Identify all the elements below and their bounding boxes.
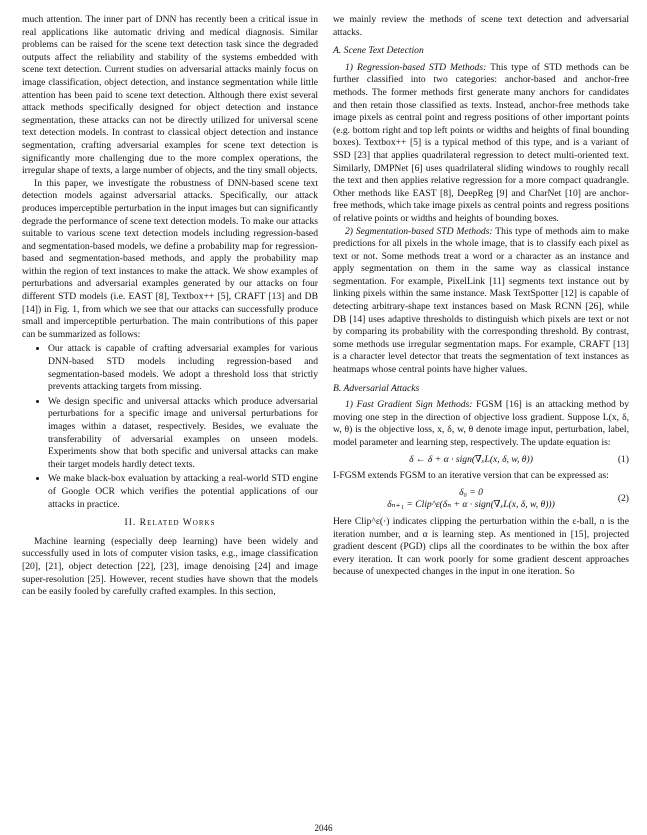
adversarial-attacks-heading: B. Adversarial Attacks <box>333 382 420 394</box>
equation-1-number: (1) <box>617 453 629 465</box>
equation-2-number: (2) <box>617 493 629 505</box>
equation-2-line-2: δₙ₊₁ = Clip^ε(δₙ + α · sign(∇ₓL(x, δ, w,… <box>387 499 555 511</box>
contribution-item-2: We design specific and universal attacks… <box>48 396 318 472</box>
fgsm-title: 1) Fast Gradient Sign Methods: <box>345 399 473 411</box>
equation-1: δ ← δ + α · sign(∇ₓL(x, δ, w, θ)) (1) <box>333 454 629 467</box>
intro-continued-paragraph: much attention. The inner part of DNN ha… <box>22 14 318 177</box>
page-number: 2046 <box>314 823 333 833</box>
regression-paragraph: 1) Regression-based STD Methods: This ty… <box>333 62 629 226</box>
fgsm-paragraph: 1) Fast Gradient Sign Methods: FGSM [16]… <box>333 399 629 449</box>
scene-text-detection-heading: A. Scene Text Detection <box>333 45 424 57</box>
clip-paragraph: Here Clip^ε(·) indicates clipping the pe… <box>333 515 629 578</box>
contributions-list: Our attack is capable of crafting advers… <box>22 343 318 511</box>
segmentation-title: 2) Segmentation-based STD Methods: <box>345 225 493 237</box>
related-works-paragraph: Machine learning (especially deep learni… <box>22 535 318 598</box>
regression-title: 1) Regression-based STD Methods: <box>345 61 487 73</box>
equation-1-body: δ ← δ + α · sign(∇ₓL(x, δ, w, θ)) <box>409 453 533 465</box>
related-works-heading: II. Related Works <box>124 517 216 529</box>
left-column: much attention. The inner part of DNN ha… <box>22 14 318 599</box>
this-paper-paragraph: In this paper, we investigate the robust… <box>22 177 318 340</box>
regression-body: This type of STD methods can be further … <box>333 61 629 224</box>
equation-2: δ₀ = 0 δₙ₊₁ = Clip^ε(δₙ + α · sign(∇ₓL(x… <box>333 487 629 512</box>
review-paragraph: we mainly review the methods of scene te… <box>333 14 629 38</box>
segmentation-body: This type of methods aim to make predict… <box>333 225 629 376</box>
ifgsm-paragraph: I-FGSM extends FGSM to an iterative vers… <box>333 470 609 482</box>
paper-page: much attention. The inner part of DNN ha… <box>0 0 647 835</box>
equation-2-line-1: δ₀ = 0 <box>459 486 483 498</box>
contribution-item-3: We make black-box evaluation by attackin… <box>48 473 318 511</box>
contribution-item-1: Our attack is capable of crafting advers… <box>48 343 318 393</box>
segmentation-paragraph: 2) Segmentation-based STD Methods: This … <box>333 226 629 377</box>
right-column: we mainly review the methods of scene te… <box>333 14 629 579</box>
